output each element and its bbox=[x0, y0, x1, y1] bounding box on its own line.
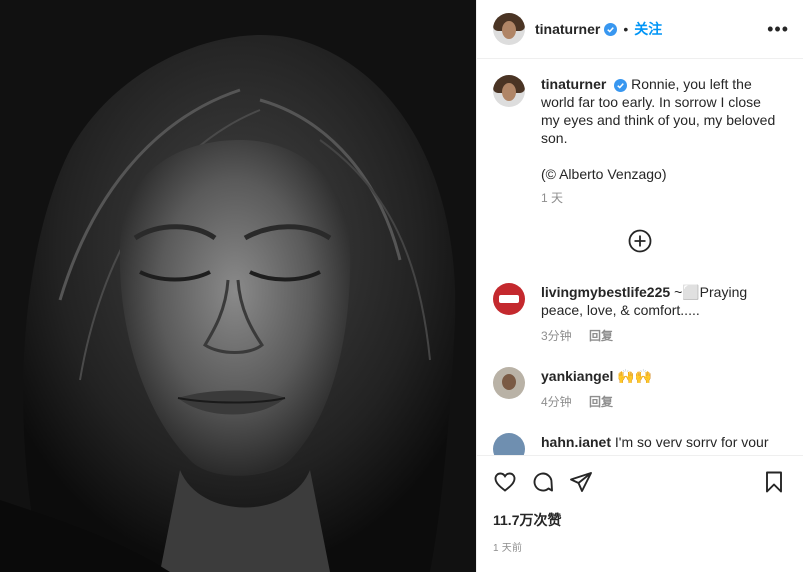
post-side-panel: tinaturner • 关注 ••• tinaturner Ronnie, y… bbox=[476, 0, 803, 572]
comment-time: 3分钟 bbox=[541, 329, 572, 343]
commenter-username[interactable]: livingmybestlife225 bbox=[541, 284, 670, 300]
caption-body: tinaturner Ronnie, you left the world fa… bbox=[541, 75, 781, 207]
post-header: tinaturner • 关注 ••• bbox=[477, 0, 803, 59]
follow-button[interactable]: 关注 bbox=[634, 19, 662, 39]
comments-scroll-area[interactable]: tinaturner Ronnie, you left the world fa… bbox=[477, 59, 803, 455]
comment-meta: 4分钟 回复 bbox=[541, 393, 787, 411]
comment-body: hahn.ianet I'm so verv sorrv for vour bbox=[541, 433, 787, 455]
commenter-username[interactable]: yankiangel bbox=[541, 368, 613, 384]
commenter-avatar[interactable] bbox=[493, 367, 525, 399]
caption: tinaturner Ronnie, you left the world fa… bbox=[477, 59, 803, 207]
more-options-icon[interactable]: ••• bbox=[767, 19, 789, 40]
like-count[interactable]: 11.7万次赞 bbox=[493, 510, 787, 530]
caption-username[interactable]: tinaturner bbox=[541, 76, 606, 92]
comment-bubble-icon[interactable] bbox=[531, 470, 555, 494]
commenter-avatar[interactable] bbox=[493, 283, 525, 315]
separator-dot: • bbox=[623, 21, 629, 37]
author-username[interactable]: tinaturner bbox=[535, 21, 600, 37]
caption-credit: (© Alberto Venzago) bbox=[541, 166, 667, 182]
caption-time: 1 天 bbox=[541, 191, 564, 205]
comment-text: I'm so verv sorrv for vour bbox=[614, 434, 769, 450]
comment-meta: 3分钟 回复 bbox=[541, 327, 787, 345]
caption-avatar[interactable] bbox=[493, 75, 525, 107]
author-avatar[interactable] bbox=[493, 13, 525, 45]
comment-item: yankiangel 🙌🙌 4分钟 回复 bbox=[477, 367, 803, 411]
share-paper-plane-icon[interactable] bbox=[569, 470, 593, 494]
commenter-username[interactable]: hahn.ianet bbox=[541, 434, 611, 450]
save-bookmark-icon[interactable] bbox=[763, 470, 785, 494]
post-photo[interactable] bbox=[0, 0, 476, 572]
like-heart-icon[interactable] bbox=[493, 470, 517, 494]
reply-button[interactable]: 回复 bbox=[589, 329, 613, 343]
reply-button[interactable]: 回复 bbox=[589, 395, 613, 409]
verified-badge-icon bbox=[614, 78, 628, 92]
comment-item: hahn.ianet I'm so verv sorrv for vour bbox=[477, 433, 803, 455]
post-dialog: tinaturner • 关注 ••• tinaturner Ronnie, y… bbox=[0, 0, 803, 572]
load-more-comments-button[interactable] bbox=[477, 229, 803, 253]
comment-time: 4分钟 bbox=[541, 395, 572, 409]
commenter-avatar[interactable] bbox=[493, 433, 525, 455]
comment-item: livingmybestlife225 ~⬜Praying peace, lov… bbox=[477, 283, 803, 345]
post-actions: 11.7万次赞 1 天前 bbox=[477, 455, 803, 554]
action-icons bbox=[493, 469, 787, 495]
comment-text: 🙌🙌 bbox=[617, 368, 653, 384]
post-age: 1 天前 bbox=[493, 543, 523, 554]
portrait-image bbox=[0, 0, 476, 572]
plus-circle-icon bbox=[628, 229, 652, 253]
comment-body: livingmybestlife225 ~⬜Praying peace, lov… bbox=[541, 283, 787, 345]
verified-badge-icon bbox=[604, 22, 618, 36]
comment-body: yankiangel 🙌🙌 4分钟 回复 bbox=[541, 367, 787, 411]
